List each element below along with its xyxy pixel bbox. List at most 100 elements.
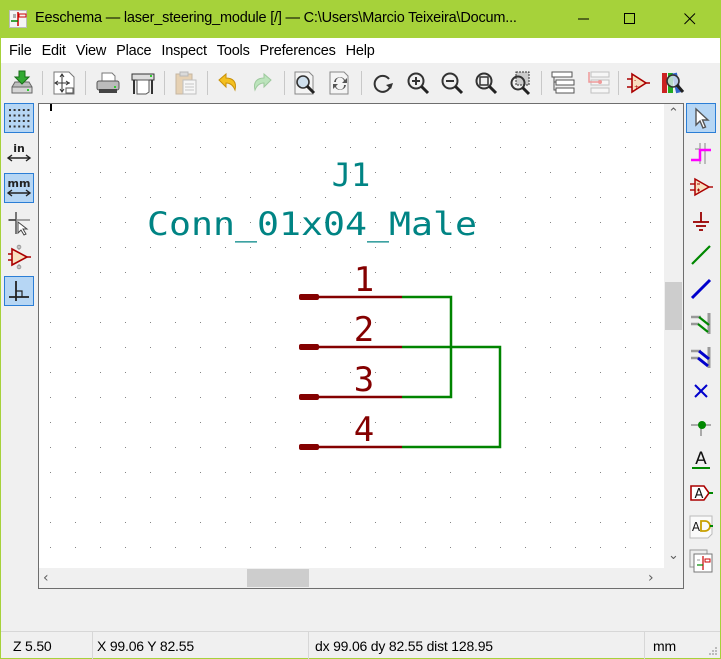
grid-dot	[200, 497, 201, 498]
zoom-fit-button[interactable]	[471, 68, 501, 98]
grid-dot	[500, 222, 501, 223]
orthogonal-wire-icon	[9, 281, 29, 301]
resize-grip-icon[interactable]	[708, 646, 718, 656]
scroll-left-icon[interactable]: ‹	[43, 571, 49, 585]
undo-button[interactable]	[213, 68, 243, 98]
add-no-connect-button[interactable]	[686, 376, 716, 406]
horizontal-scroll-thumb[interactable]	[247, 569, 310, 587]
symbol-reference[interactable]: J1	[332, 156, 371, 194]
select-tool-button[interactable]	[686, 103, 716, 133]
zoom-selection-button[interactable]	[505, 68, 535, 98]
maximize-button[interactable]	[607, 0, 653, 38]
grid-dot	[200, 397, 201, 398]
print-button[interactable]	[93, 68, 123, 98]
vertical-scroll-thumb[interactable]	[665, 281, 682, 330]
menu-view[interactable]: View	[75, 43, 111, 59]
scroll-down-icon[interactable]: ⌄	[668, 549, 679, 562]
grid-dot	[350, 122, 351, 123]
grid-dot	[575, 297, 576, 298]
grid-dot	[50, 197, 51, 198]
grid-dot	[50, 447, 51, 448]
add-junction-button[interactable]	[686, 410, 716, 440]
add-sheet-button[interactable]	[686, 546, 716, 576]
grid-dot	[150, 272, 151, 273]
add-bus-to-bus-entry-button[interactable]	[686, 342, 716, 372]
find-button[interactable]	[290, 68, 320, 98]
paste-button[interactable]	[171, 68, 201, 98]
grid-dot	[175, 272, 176, 273]
redraw-button[interactable]	[368, 68, 398, 98]
grid-dot	[100, 547, 101, 548]
scroll-up-icon[interactable]: ⌃	[668, 107, 679, 120]
horizontal-scrollbar[interactable]: ‹ ›	[39, 568, 664, 588]
symbol-browser-button[interactable]	[658, 68, 688, 98]
symbol-value[interactable]: Conn_01x04_Male	[147, 205, 477, 243]
menu-help[interactable]: Help	[345, 43, 380, 59]
grid-dot	[175, 547, 176, 548]
menu-place[interactable]: Place	[115, 43, 156, 59]
add-power-button[interactable]	[686, 206, 716, 236]
grid-dot	[575, 247, 576, 248]
menu-preferences[interactable]: Preferences	[259, 43, 341, 59]
add-hierarchical-label-button[interactable]: A	[686, 512, 716, 542]
grid-dot	[575, 522, 576, 523]
menu-file[interactable]: File	[8, 43, 37, 59]
scroll-right-icon[interactable]: ›	[648, 571, 654, 585]
orthogonal-wire-button[interactable]	[4, 276, 34, 306]
page-settings-button[interactable]	[49, 68, 79, 98]
add-symbol-button[interactable]	[686, 172, 716, 202]
grid-dot	[175, 172, 176, 173]
grid-dot	[50, 172, 51, 173]
save-button[interactable]	[7, 68, 37, 98]
hierarchy-navigator-button[interactable]	[548, 68, 578, 98]
highlight-net-button[interactable]	[686, 138, 716, 168]
grid-dot	[150, 147, 151, 148]
leave-sheet-button[interactable]	[583, 68, 613, 98]
add-wire-to-bus-entry-button[interactable]	[686, 308, 716, 338]
full-crosshair-button[interactable]	[4, 208, 34, 238]
grid-dot	[225, 247, 226, 248]
zoom-out-button[interactable]	[437, 68, 467, 98]
grid-dot	[575, 397, 576, 398]
symbol-editor-button[interactable]: - +	[623, 68, 653, 98]
close-button[interactable]	[667, 0, 713, 38]
add-label-button[interactable]: A	[686, 444, 716, 474]
zoom-fit-icon	[475, 72, 498, 95]
grid-dot	[275, 372, 276, 373]
units-inch-button[interactable]: in	[4, 138, 34, 168]
zoom-in-button[interactable]	[403, 68, 433, 98]
grid-dot	[550, 222, 551, 223]
grid-dot	[475, 472, 476, 473]
menu-tools[interactable]: Tools	[216, 43, 255, 59]
add-wire-button[interactable]	[686, 240, 716, 270]
grid-dot	[425, 147, 426, 148]
grid-dot	[575, 372, 576, 373]
grid-dot	[525, 172, 526, 173]
menu-edit[interactable]: Edit	[41, 43, 71, 59]
hidden-pins-button[interactable]	[4, 242, 34, 272]
grid-dot	[250, 247, 251, 248]
add-bus-button[interactable]	[686, 274, 716, 304]
grid-dot	[375, 247, 376, 248]
grid-dot	[325, 247, 326, 248]
grid-dot	[475, 522, 476, 523]
status-units: mm	[653, 637, 676, 654]
grid-dot	[550, 297, 551, 298]
vertical-scrollbar[interactable]: ⌃ ⌄	[664, 104, 683, 568]
grid-dot	[625, 322, 626, 323]
redo-button[interactable]	[247, 68, 277, 98]
schematic-canvas[interactable]: J1 Conn_01x04_Male 1 2 3 4	[39, 104, 664, 568]
grid-dot	[100, 247, 101, 248]
add-global-label-button[interactable]: A	[686, 478, 716, 508]
grid-dot	[400, 122, 401, 123]
units-mm-button[interactable]: mm	[4, 173, 34, 203]
minimize-button[interactable]	[561, 0, 607, 38]
grid-dot	[150, 497, 151, 498]
grid-dot	[325, 372, 326, 373]
grid-toggle-button[interactable]	[4, 103, 34, 133]
menu-inspect[interactable]: Inspect	[160, 43, 211, 59]
grid-dot	[350, 422, 351, 423]
plot-button[interactable]	[128, 68, 158, 98]
find-replace-button[interactable]	[325, 68, 355, 98]
schematic-drawing[interactable]: J1 Conn_01x04_Male 1 2 3 4	[39, 104, 664, 568]
